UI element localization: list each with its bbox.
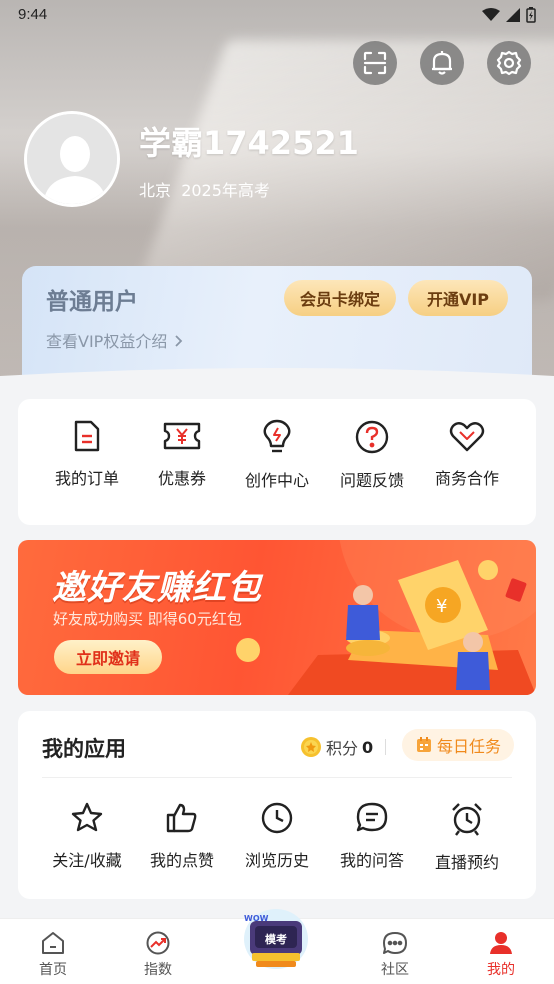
coupon-icon <box>163 422 201 450</box>
quick-action-label: 我的订单 <box>54 469 119 488</box>
banner-title: 邀好友赚红包 <box>52 568 262 608</box>
feedback-button[interactable]: 问题反馈 <box>324 419 420 491</box>
tab-mock-exam[interactable]: WOW 模考 <box>240 909 312 973</box>
star-icon <box>71 802 103 832</box>
notification-button[interactable] <box>420 41 464 85</box>
my-apps-title: 我的应用 <box>42 737 126 761</box>
app-label: 我的点赞 <box>149 851 214 870</box>
quick-action-label: 创作中心 <box>244 471 309 490</box>
community-icon <box>383 932 407 954</box>
app-label: 直播预约 <box>434 853 499 872</box>
user-exam-year: 2025年高考 <box>181 181 270 200</box>
points-display[interactable]: 积分 0 <box>300 735 373 759</box>
mock-exam-badge: 模考 <box>265 933 287 946</box>
battery-icon <box>526 7 536 23</box>
handshake-heart-icon <box>449 422 485 452</box>
quick-action-label: 问题反馈 <box>339 471 404 490</box>
vip-benefits-label: 查看VIP权益介绍 <box>46 332 168 351</box>
trend-icon <box>146 931 170 955</box>
tab-home[interactable]: 首页 <box>13 931 93 979</box>
tab-mine[interactable]: 我的 <box>461 931 541 979</box>
daily-tasks-button[interactable]: 每日任务 <box>402 729 514 761</box>
status-time: 9:44 <box>18 6 48 23</box>
coin-icon <box>301 737 321 757</box>
banner-subtitle: 好友成功购买 即得60元红包 <box>53 610 242 628</box>
invite-now-label: 立即邀请 <box>75 649 140 668</box>
username: 学霸1742521 <box>139 124 359 162</box>
tab-label: 社区 <box>381 962 409 978</box>
favorites-button[interactable]: 关注/收藏 <box>39 801 135 871</box>
points-divider <box>385 739 386 755</box>
home-icon <box>42 932 64 954</box>
daily-tasks-label: 每日任务 <box>436 737 501 756</box>
points-label: 积分 <box>326 739 359 758</box>
my-qa-button[interactable]: 我的问答 <box>324 801 420 871</box>
order-document-icon <box>74 420 100 452</box>
bottom-tab-bar: 首页 指数 WOW 模考 社区 我的 <box>0 909 554 984</box>
tab-label: 我的 <box>487 962 515 978</box>
open-vip-label: 开通VIP <box>426 290 490 309</box>
my-likes-button[interactable]: 我的点赞 <box>134 801 230 871</box>
invite-now-button[interactable]: 立即邀请 <box>54 640 162 674</box>
gear-icon <box>496 50 522 76</box>
profile-icon <box>490 932 512 954</box>
coupons-button[interactable]: 优惠券 <box>134 419 230 489</box>
chevron-right-icon <box>175 335 183 347</box>
status-bar: 9:44 <box>0 0 554 30</box>
bell-icon <box>432 51 452 75</box>
invite-friends-banner[interactable]: ¥ 邀好友赚红包 好友成功购买 即得60元红包 立即邀请 <box>18 540 536 695</box>
user-info: 北京 2025年高考 <box>139 177 270 201</box>
live-reservation-button[interactable]: 直播预约 <box>419 801 515 873</box>
tab-community[interactable]: 社区 <box>355 931 435 979</box>
lightbulb-icon <box>263 419 291 453</box>
user-location: 北京 <box>139 181 172 200</box>
clock-icon <box>261 802 293 834</box>
signal-icon <box>506 8 520 22</box>
svg-text:¥: ¥ <box>436 596 447 617</box>
app-label: 关注/收藏 <box>52 851 122 870</box>
scan-icon <box>363 51 387 75</box>
status-icons <box>482 7 536 23</box>
my-orders-button[interactable]: 我的订单 <box>39 419 135 489</box>
quick-action-label: 商务合作 <box>434 469 499 488</box>
wifi-icon <box>482 8 500 21</box>
tab-label: 指数 <box>144 962 172 978</box>
chat-bubble-icon <box>356 802 388 832</box>
tab-label: 首页 <box>39 962 67 978</box>
thumbs-up-icon <box>166 803 197 833</box>
scan-button[interactable] <box>353 41 397 85</box>
app-label: 我的问答 <box>339 851 404 870</box>
alarm-clock-icon <box>452 803 482 836</box>
apps-divider <box>42 777 512 778</box>
my-apps-card: 我的应用 积分 0 每日任务 关注/收藏 我的点赞 浏览历史 我的问答 直播预约 <box>18 711 536 899</box>
app-label: 浏览历史 <box>244 851 309 870</box>
bind-card-label: 会员卡绑定 <box>299 290 380 309</box>
calendar-icon <box>416 737 431 752</box>
bind-card-button[interactable]: 会员卡绑定 <box>284 280 396 316</box>
question-icon <box>355 420 389 454</box>
tab-index[interactable]: 指数 <box>118 931 198 979</box>
quick-actions-card: 我的订单 优惠券 创作中心 问题反馈 商务合作 <box>18 399 536 525</box>
browse-history-button[interactable]: 浏览历史 <box>229 801 325 871</box>
creator-center-button[interactable]: 创作中心 <box>229 419 325 491</box>
avatar[interactable] <box>24 111 120 207</box>
quick-action-label: 优惠券 <box>157 469 206 488</box>
svg-text:WOW: WOW <box>244 914 269 923</box>
vip-benefits-link[interactable]: 查看VIP权益介绍 <box>46 328 184 352</box>
settings-button[interactable] <box>487 41 531 85</box>
business-cooperation-button[interactable]: 商务合作 <box>419 419 515 489</box>
open-vip-button[interactable]: 开通VIP <box>408 280 508 316</box>
points-value: 0 <box>362 737 374 757</box>
vip-tier: 普通用户 <box>46 289 138 315</box>
